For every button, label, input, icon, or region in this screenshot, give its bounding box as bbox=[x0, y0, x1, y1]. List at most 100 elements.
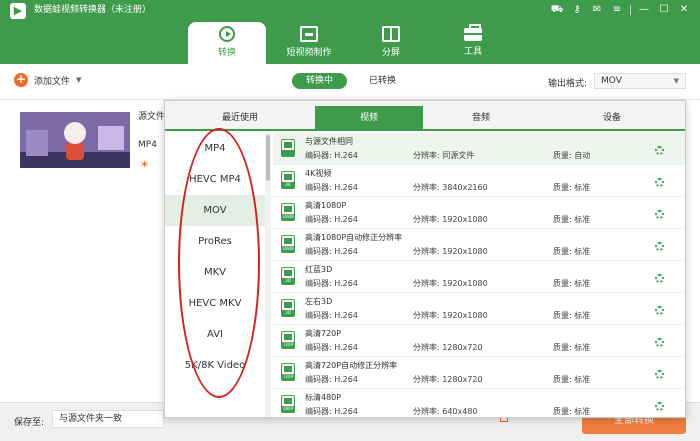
format-item-mp4[interactable]: MP4 bbox=[165, 133, 265, 164]
maximize-icon[interactable]: ☐ bbox=[654, 2, 674, 18]
preset-name: 高清720P bbox=[305, 329, 342, 338]
tab-device[interactable]: 设备 bbox=[539, 106, 685, 131]
preset-row[interactable]: 3D 左右3D 编码器: H.264 分辨率: 1920x1080 质量: 标准 bbox=[273, 293, 685, 325]
tab-converted[interactable]: 已转换 bbox=[355, 73, 410, 89]
tab-tools-label: 工具 bbox=[463, 47, 482, 57]
chevron-down-icon: ▼ bbox=[673, 77, 679, 85]
effects-icon[interactable] bbox=[140, 158, 152, 170]
preset-row[interactable]: 720P 高清720P自动修正分辨率 编码器: H.264 分辨率: 1280x… bbox=[273, 357, 685, 389]
format-item-hevc-mkv[interactable]: HEVC MKV bbox=[165, 288, 265, 319]
preset-encoder: 编码器: H.264 bbox=[305, 311, 358, 320]
key-icon[interactable]: ⚷ bbox=[567, 2, 587, 18]
preset-encoder: 编码器: H.264 bbox=[305, 407, 358, 416]
preset-row[interactable]: 1080P 高清1080P 编码器: H.264 分辨率: 1920x1080 … bbox=[273, 197, 685, 229]
preset-row[interactable]: 720P 高清720P 编码器: H.264 分辨率: 1280x720 质量:… bbox=[273, 325, 685, 357]
window-divider bbox=[630, 5, 631, 15]
tab-audio[interactable]: 音频 bbox=[423, 106, 539, 131]
preset-720p-icon: 720P bbox=[281, 331, 295, 349]
save-path-field[interactable]: 与源文件夹一致 bbox=[52, 410, 164, 428]
add-file-button[interactable]: + 添加文件 ▼ bbox=[14, 73, 81, 87]
feedback-icon[interactable]: ✉ bbox=[587, 2, 607, 18]
preset-resolution: 分辨率: 1920x1080 bbox=[413, 279, 488, 288]
preset-4k-icon: 4K bbox=[281, 171, 295, 189]
tab-converting[interactable]: 转换中 bbox=[292, 73, 348, 89]
preset-row[interactable]: 480P 标清480P 编码器: H.264 分辨率: 640x480 质量: … bbox=[273, 389, 685, 417]
toolbox-icon bbox=[464, 24, 482, 41]
preset-quality: 质量: 标准 bbox=[553, 375, 591, 384]
tab-convert[interactable]: 转换 bbox=[188, 22, 266, 64]
tab-split-screen[interactable]: 分屏 bbox=[352, 22, 430, 64]
preset-quality: 质量: 标准 bbox=[553, 407, 591, 416]
tab-tools[interactable]: 工具 bbox=[434, 22, 512, 64]
preset-encoder: 编码器: H.264 bbox=[305, 151, 358, 160]
save-to-label: 保存至: bbox=[14, 418, 45, 428]
file-list: 源文件 MP4 bbox=[0, 100, 166, 402]
preset-resolution: 分辨率: 同源文件 bbox=[413, 151, 475, 160]
preset-name: 高清720P自动修正分辨率 bbox=[305, 361, 398, 370]
gear-icon[interactable] bbox=[655, 242, 664, 251]
cart-icon[interactable]: ⛟ bbox=[547, 2, 567, 18]
toolbar: + 添加文件 ▼ 转换中 已转换 输出格式: MOV ▼ bbox=[0, 64, 700, 100]
preset-anaglyph-3d-icon: 3D bbox=[281, 267, 295, 285]
format-item-hevc-mp4[interactable]: HEVC MP4 bbox=[165, 164, 265, 195]
format-list-scrollbar[interactable] bbox=[265, 133, 271, 417]
preset-quality: 质量: 标准 bbox=[553, 343, 591, 352]
preset-encoder: 编码器: H.264 bbox=[305, 375, 358, 384]
gear-icon[interactable] bbox=[655, 338, 664, 347]
preset-1080p-icon: 1080P bbox=[281, 203, 295, 221]
preset-480p-icon: 480P bbox=[281, 395, 295, 413]
split-screen-icon bbox=[382, 26, 400, 42]
gear-icon[interactable] bbox=[655, 306, 664, 315]
tab-short-video[interactable]: 短视频制作 bbox=[270, 22, 348, 64]
gear-icon[interactable] bbox=[655, 274, 664, 283]
title-bar: ▶ 数据蛙视频转换器（未注册） ⛟ ⚷ ✉ ≡ — ☐ ✕ 转换 短视频制作 分… bbox=[0, 0, 700, 64]
gear-icon[interactable] bbox=[655, 370, 664, 379]
gear-icon[interactable] bbox=[655, 178, 664, 187]
format-item-mov[interactable]: MOV bbox=[165, 195, 265, 226]
preset-encoder: 编码器: H.264 bbox=[305, 279, 358, 288]
preset-row[interactable]: 4K 4K视频 编码器: H.264 分辨率: 3840x2160 质量: 标准 bbox=[273, 165, 685, 197]
tab-video[interactable]: 视频 bbox=[315, 106, 423, 131]
app-logo-icon: ▶ bbox=[10, 3, 26, 19]
output-format-label: 输出格式: bbox=[548, 79, 588, 89]
preset-encoder: 编码器: H.264 bbox=[305, 183, 358, 192]
gear-icon[interactable] bbox=[655, 146, 664, 155]
format-item-prores[interactable]: ProRes bbox=[165, 226, 265, 257]
output-format-select[interactable]: MOV ▼ bbox=[594, 73, 686, 89]
preset-resolution: 分辨率: 3840x2160 bbox=[413, 183, 488, 192]
format-item-avi[interactable]: AVI bbox=[165, 319, 265, 350]
preset-quality: 质量: 标准 bbox=[553, 183, 591, 192]
gear-icon[interactable] bbox=[655, 210, 664, 219]
preset-name: 红蓝3D bbox=[305, 265, 333, 274]
preset-encoder: 编码器: H.264 bbox=[305, 343, 358, 352]
preset-name: 高清1080P bbox=[305, 201, 347, 210]
close-icon[interactable]: ✕ bbox=[674, 2, 694, 18]
preset-name: 标清480P bbox=[305, 393, 342, 402]
convert-icon bbox=[219, 26, 235, 42]
preset-quality: 质量: 标准 bbox=[553, 215, 591, 224]
preset-resolution: 分辨率: 1280x720 bbox=[413, 375, 483, 384]
video-thumbnail[interactable] bbox=[20, 112, 130, 168]
preset-quality: 质量: 标准 bbox=[553, 247, 591, 256]
menu-icon[interactable]: ≡ bbox=[607, 2, 627, 18]
preset-row[interactable]: 3D 红蓝3D 编码器: H.264 分辨率: 1920x1080 质量: 标准 bbox=[273, 261, 685, 293]
film-icon bbox=[300, 26, 318, 42]
tab-convert-label: 转换 bbox=[217, 48, 236, 58]
add-file-label: 添加文件 bbox=[34, 76, 71, 87]
minimize-icon[interactable]: — bbox=[634, 2, 654, 18]
file-source-label: 源文件 bbox=[138, 112, 166, 122]
format-item-5k8k[interactable]: 5K/8K Video bbox=[165, 350, 265, 381]
format-item-mkv[interactable]: MKV bbox=[165, 257, 265, 288]
preset-same-as-source-icon bbox=[281, 139, 295, 157]
preset-row[interactable]: 与源文件相同 编码器: H.264 分辨率: 同源文件 质量: 自动 bbox=[273, 133, 685, 165]
gear-icon[interactable] bbox=[655, 402, 664, 411]
tab-recent[interactable]: 最近使用 bbox=[165, 106, 315, 131]
preset-side-by-side-3d-icon: 3D bbox=[281, 299, 295, 317]
window-controls: ⛟ ⚷ ✉ ≡ — ☐ ✕ bbox=[547, 2, 694, 18]
preset-quality: 质量: 标准 bbox=[553, 311, 591, 320]
chevron-down-icon[interactable]: ▼ bbox=[76, 76, 81, 84]
preset-name: 高清1080P自动修正分辨率 bbox=[305, 233, 403, 242]
preset-encoder: 编码器: H.264 bbox=[305, 215, 358, 224]
preset-resolution: 分辨率: 640x480 bbox=[413, 407, 478, 416]
preset-row[interactable]: 1080P 高清1080P自动修正分辨率 编码器: H.264 分辨率: 192… bbox=[273, 229, 685, 261]
